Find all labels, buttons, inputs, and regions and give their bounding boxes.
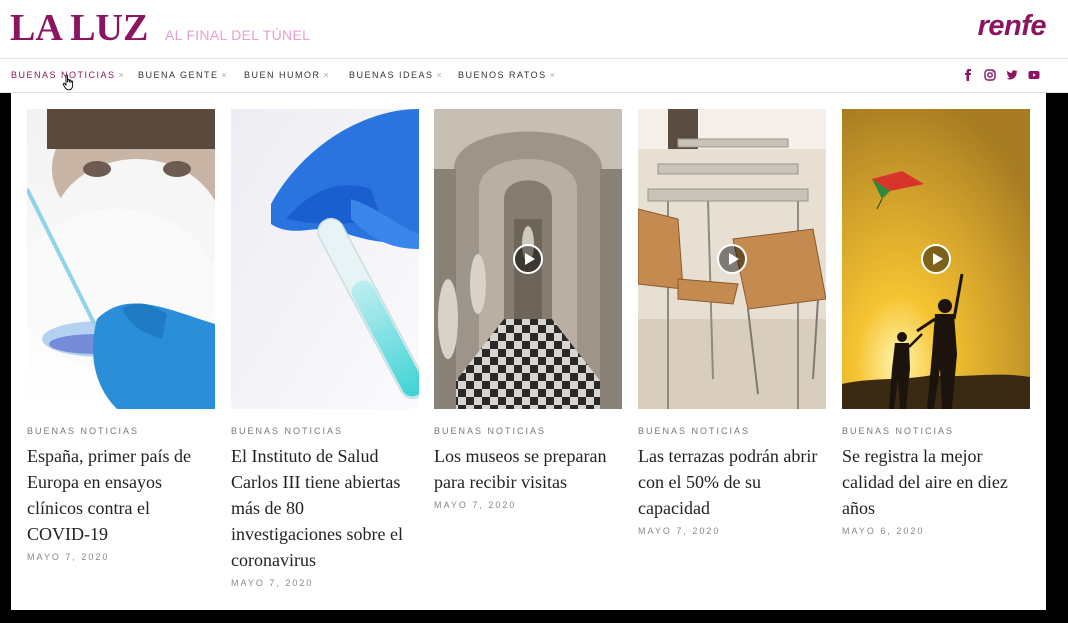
article-category[interactable]: BUENAS NOTICIAS [434, 426, 622, 436]
nav-item-buenos-ratos[interactable]: BUENOS RATOS × [458, 70, 555, 80]
nav-close-icon: × [549, 70, 555, 80]
nav-item-buen-humor[interactable]: BUEN HUMOR × [244, 70, 329, 80]
video-play-icon[interactable] [921, 244, 951, 274]
site-header: LA LUZ AL FINAL DEL TÚNEL renfe [0, 0, 1068, 58]
youtube-icon[interactable] [1028, 69, 1040, 81]
nav-label: BUENOS RATOS [458, 70, 547, 80]
nav-label: BUEN HUMOR [244, 70, 321, 80]
nav-close-icon: × [436, 70, 442, 80]
main-nav: BUENAS NOTICIAS × BUENA GENTE × BUEN HUMOR… [0, 58, 1068, 93]
article-category[interactable]: BUENAS NOTICIAS [27, 426, 215, 436]
article-thumbnail[interactable] [434, 109, 622, 409]
site-logo[interactable]: LA LUZ [10, 6, 148, 50]
site-tagline: AL FINAL DEL TÚNEL [165, 27, 311, 43]
article-category[interactable]: BUENAS NOTICIAS [638, 426, 826, 436]
article-title[interactable]: España, primer país de Europa en ensayos… [27, 443, 215, 547]
scientist-petri-dish-image [27, 109, 215, 409]
article-card[interactable]: BUENAS NOTICIAS Los museos se preparan p… [434, 109, 622, 510]
article-card[interactable]: BUENAS NOTICIAS España, primer país de E… [27, 109, 215, 562]
article-title[interactable]: El Instituto de Salud Carlos III tiene a… [231, 443, 419, 573]
article-thumbnail[interactable] [27, 109, 215, 409]
article-thumbnail[interactable] [638, 109, 826, 409]
instagram-icon[interactable] [984, 69, 996, 81]
nav-close-icon: × [221, 70, 227, 80]
news-dropdown-panel: BUENAS NOTICIAS España, primer país de E… [11, 93, 1046, 610]
facebook-icon[interactable] [962, 69, 974, 81]
hand-cursor-icon [62, 74, 74, 91]
nav-item-buenas-ideas[interactable]: BUENAS IDEAS × [349, 70, 442, 80]
nav-close-icon: × [118, 70, 124, 80]
article-date: MAYO 7, 2020 [638, 526, 721, 536]
article-card[interactable]: BUENAS NOTICIAS El Instituto de Salud Ca… [231, 109, 419, 588]
article-title[interactable]: Los museos se preparan para recibir visi… [434, 443, 622, 495]
nav-close-icon: × [323, 70, 329, 80]
article-thumbnail[interactable] [842, 109, 1030, 409]
article-thumbnail[interactable] [231, 109, 419, 409]
video-play-icon[interactable] [513, 244, 543, 274]
article-date: MAYO 7, 2020 [27, 552, 110, 562]
article-category[interactable]: BUENAS NOTICIAS [842, 426, 1030, 436]
article-card[interactable]: BUENAS NOTICIAS Las terrazas podrán abri… [638, 109, 826, 536]
article-date: MAYO 7, 2020 [434, 500, 517, 510]
renfe-logo[interactable]: renfe [978, 10, 1047, 43]
article-title[interactable]: Las terrazas podrán abrir con el 50% de … [638, 443, 826, 521]
test-tube-image [231, 109, 419, 409]
nav-label: BUENA GENTE [138, 70, 219, 80]
twitter-icon[interactable] [1006, 69, 1018, 81]
article-date: MAYO 7, 2020 [231, 578, 314, 588]
nav-label: BUENAS IDEAS [349, 70, 434, 80]
nav-item-buena-gente[interactable]: BUENA GENTE × [138, 70, 227, 80]
article-date: MAYO 6, 2020 [842, 526, 925, 536]
article-title[interactable]: Se registra la mejor calidad del aire en… [842, 443, 1030, 521]
article-card[interactable]: BUENAS NOTICIAS Se registra la mejor cal… [842, 109, 1030, 536]
video-play-icon[interactable] [717, 244, 747, 274]
article-category[interactable]: BUENAS NOTICIAS [231, 426, 419, 436]
